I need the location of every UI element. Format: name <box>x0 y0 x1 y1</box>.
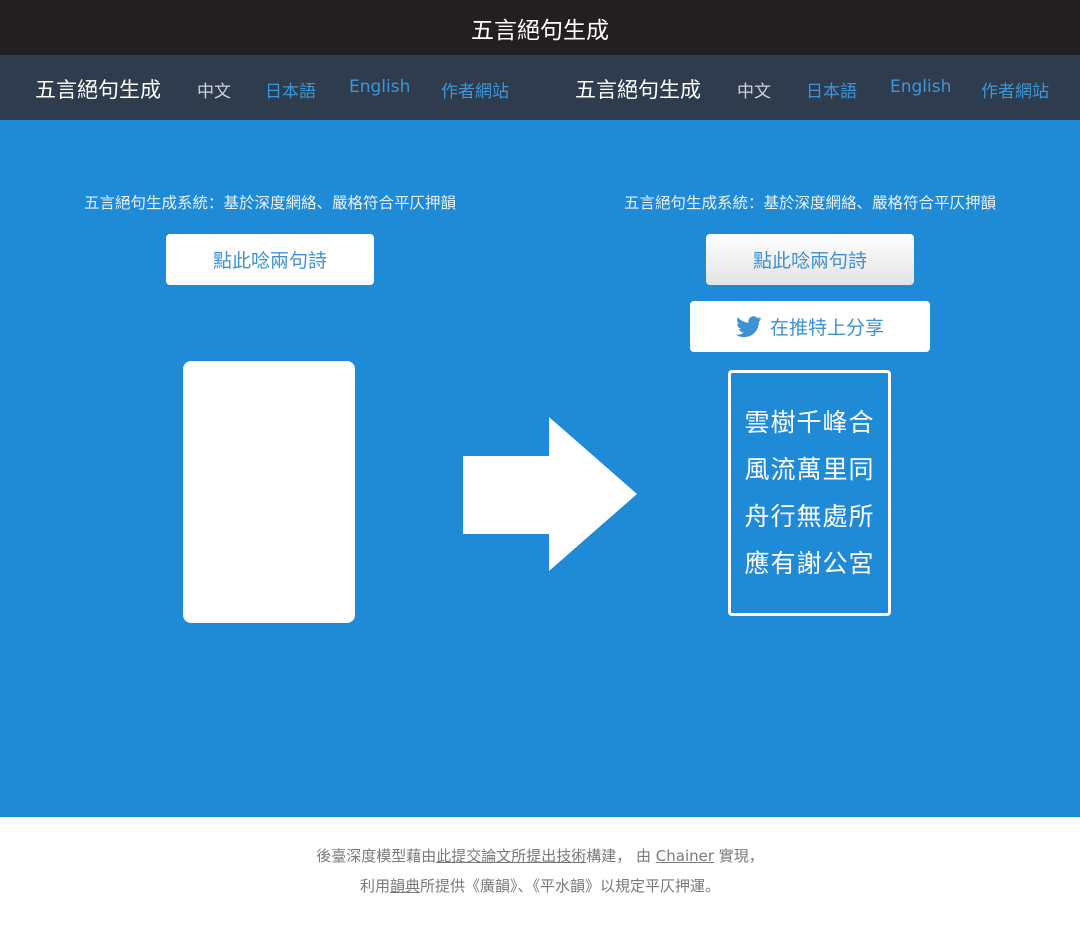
chainer-link[interactable]: Chainer <box>656 847 714 865</box>
window-title: 五言絕句生成 <box>471 17 609 44</box>
nav-link-chinese[interactable]: 中文 <box>737 77 771 102</box>
navbar-right: 五言絕句生成 中文 日本語 English 作者網站 <box>540 55 1080 120</box>
footer-credits-line: 後臺深度模型藉由此提交論文所提出技術構建， 由 Chainer 實現， <box>0 845 1080 866</box>
share-on-twitter-button[interactable]: 在推特上分享 <box>690 301 930 352</box>
footer-text: 利用 <box>359 877 390 895</box>
tagline: 五言絕句生成系統：基於深度網絡、嚴格符合平仄押韻 <box>83 194 456 212</box>
generate-poem-button[interactable]: 點此唸兩句詩 <box>706 234 914 285</box>
nav-brand[interactable]: 五言絕句生成 <box>35 74 161 104</box>
nav-link-english[interactable]: English <box>890 77 951 97</box>
nav-link-english[interactable]: English <box>349 77 410 97</box>
footer-text: 實現， <box>714 847 764 865</box>
main-area: 五言絕句生成系統：基於深度網絡、嚴格符合平仄押韻 點此唸兩句詩 五言絕句生成系統… <box>0 120 1080 817</box>
footer: 後臺深度模型藉由此提交論文所提出技術構建， 由 Chainer 實現， 利用韻典… <box>0 817 1080 931</box>
generate-poem-button[interactable]: 點此唸兩句詩 <box>166 234 374 285</box>
nav-link-japanese[interactable]: 日本語 <box>265 77 316 102</box>
panel-before: 五言絕句生成系統：基於深度網絡、嚴格符合平仄押韻 點此唸兩句詩 <box>0 120 540 817</box>
footer-text: 後臺深度模型藉由 <box>316 847 437 865</box>
nav-link-chinese[interactable]: 中文 <box>197 77 231 102</box>
empty-poem-card <box>183 361 355 623</box>
nav-link-author-site[interactable]: 作者網站 <box>981 77 1049 102</box>
footer-text: 所提供《廣韻》、《平水韻》以規定平仄押運。 <box>420 877 721 895</box>
paper-link[interactable]: 此提交論文所提出技術 <box>436 847 586 865</box>
navbar: 五言絕句生成 中文 日本語 English 作者網站 五言絕句生成 中文 日本語… <box>0 55 1080 120</box>
nav-brand[interactable]: 五言絕句生成 <box>575 74 701 104</box>
footer-rhyme-line: 利用韻典所提供《廣韻》、《平水韻》以規定平仄押運。 <box>0 875 1080 896</box>
poem-line: 風流萬里同 <box>744 455 875 484</box>
panel-after: 五言絕句生成系統：基於深度網絡、嚴格符合平仄押韻 點此唸兩句詩 在推特上分享 雲… <box>540 120 1080 817</box>
poem-line: 雲樹千峰合 <box>744 408 875 437</box>
navbar-left: 五言絕句生成 中文 日本語 English 作者網站 <box>0 55 540 120</box>
twitter-bird-icon <box>735 315 762 337</box>
tagline: 五言絕句生成系統：基於深度網絡、嚴格符合平仄押韻 <box>623 194 996 212</box>
rhyme-dictionary-link[interactable]: 韻典 <box>390 877 420 895</box>
nav-link-japanese[interactable]: 日本語 <box>806 77 857 102</box>
window-title-bar: 五言絕句生成 <box>0 0 1080 55</box>
share-label: 在推特上分享 <box>769 317 884 339</box>
nav-link-author-site[interactable]: 作者網站 <box>441 77 509 102</box>
footer-text: 構建， 由 <box>586 847 656 865</box>
poem-line: 舟行無處所 <box>744 502 875 531</box>
poem-card: 雲樹千峰合 風流萬里同 舟行無處所 應有謝公宮 <box>728 370 891 616</box>
poem-line: 應有謝公宮 <box>744 549 875 578</box>
